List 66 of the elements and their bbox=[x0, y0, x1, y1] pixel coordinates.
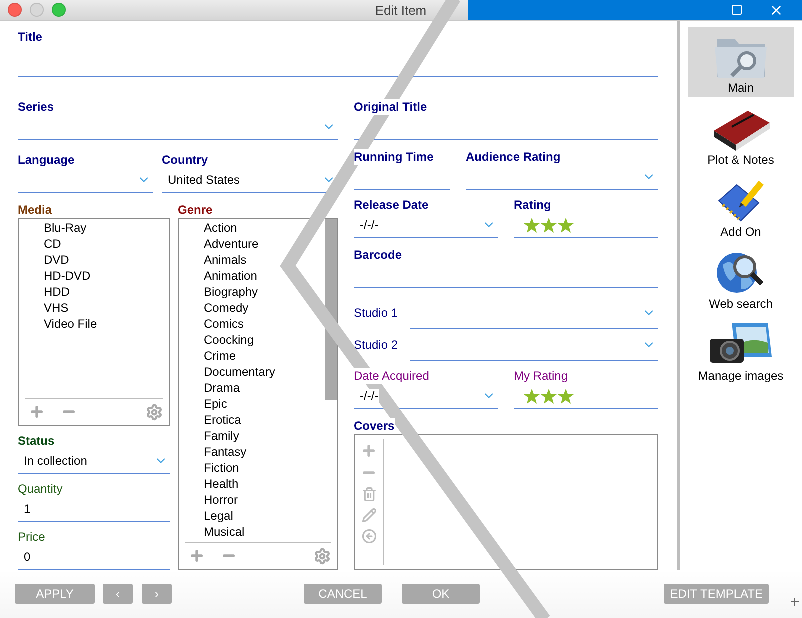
list-item[interactable]: Epic bbox=[204, 396, 228, 412]
list-item[interactable]: Legal bbox=[204, 508, 234, 524]
minimize-button[interactable] bbox=[30, 3, 44, 17]
field-label: Studio 2 bbox=[354, 337, 400, 352]
field-label: My Rating bbox=[514, 368, 568, 384]
field-label: Running Time bbox=[354, 149, 434, 165]
list-item[interactable]: Fantasy bbox=[204, 444, 247, 460]
genre-list[interactable]: Action Adventure Animals Animation Biography Comedy Comics Coocking Crime Documentary Drama Epic Erotica Family Fantasy Fiction Health Horror Legal Musical bbox=[178, 218, 338, 570]
field-label: Audience Rating bbox=[466, 149, 561, 165]
list-item[interactable]: Erotica bbox=[204, 412, 242, 428]
add-icon[interactable] bbox=[29, 404, 45, 420]
list-item[interactable]: Comics bbox=[204, 316, 244, 332]
close-button[interactable] bbox=[8, 3, 22, 17]
settings-icon[interactable] bbox=[146, 404, 163, 420]
media-list[interactable]: Blu-Ray CD DVD HD-DVD HDD VHS Video File bbox=[18, 218, 170, 426]
sidebar-item[interactable]: Main bbox=[688, 27, 794, 97]
trash-icon[interactable] bbox=[362, 487, 376, 502]
field-label: Quantity bbox=[18, 481, 63, 497]
star-icon bbox=[524, 388, 540, 404]
list-item[interactable]: CD bbox=[44, 236, 62, 252]
list-item[interactable]: Musical bbox=[204, 524, 245, 540]
dropdown-field[interactable]: -/-/- bbox=[354, 384, 498, 409]
star-icon bbox=[524, 218, 540, 232]
settings-icon[interactable] bbox=[314, 548, 331, 564]
add-icon[interactable] bbox=[189, 548, 205, 564]
list-item[interactable]: Animals bbox=[204, 252, 247, 268]
star-icon bbox=[541, 218, 557, 232]
list-item[interactable]: Health bbox=[204, 476, 239, 492]
star-icon bbox=[558, 218, 574, 232]
list-item[interactable]: Coocking bbox=[204, 332, 254, 348]
list-item[interactable]: Family bbox=[204, 428, 240, 444]
field-label: Studio 1 bbox=[354, 305, 400, 320]
field-label: Date Acquired bbox=[354, 368, 430, 384]
list-item[interactable]: Crime bbox=[204, 348, 236, 364]
sidebar-item[interactable]: Web search bbox=[688, 243, 794, 313]
list-item[interactable]: HDD bbox=[44, 284, 70, 300]
input-field[interactable]: 1 bbox=[18, 497, 170, 522]
sidebar-item[interactable]: Add On bbox=[688, 171, 794, 241]
list-item[interactable]: HD-DVD bbox=[44, 268, 91, 284]
dropdown-field[interactable]: United States bbox=[162, 168, 338, 193]
sidebar-item[interactable]: Plot & Notes bbox=[688, 99, 794, 169]
list-item[interactable]: Adventure bbox=[204, 236, 259, 252]
maximize-icon[interactable] bbox=[731, 4, 743, 16]
list-item[interactable]: Blu-Ray bbox=[44, 220, 87, 236]
list-item[interactable]: Biography bbox=[204, 284, 258, 300]
list-item[interactable]: Horror bbox=[204, 492, 238, 508]
star-icon bbox=[541, 388, 557, 404]
list-item[interactable]: Documentary bbox=[204, 364, 276, 380]
dropdown-field[interactable]: -/-/- bbox=[354, 213, 498, 238]
add-icon[interactable] bbox=[361, 443, 377, 459]
zoom-button[interactable] bbox=[52, 3, 66, 17]
dropdown-field[interactable]: In collection bbox=[18, 449, 170, 474]
list-item[interactable]: Comedy bbox=[204, 300, 249, 316]
list-item[interactable]: VHS bbox=[44, 300, 69, 316]
list-item[interactable]: Video File bbox=[44, 316, 98, 332]
sidebar-item[interactable]: Manage images bbox=[688, 315, 794, 385]
list-item[interactable]: Drama bbox=[204, 380, 240, 396]
field-label: Rating bbox=[514, 197, 552, 213]
window-title: Edit Item bbox=[375, 3, 427, 18]
list-item[interactable]: Fiction bbox=[204, 460, 240, 476]
list-item[interactable]: DVD bbox=[44, 252, 70, 268]
list-item[interactable]: Action bbox=[204, 220, 238, 236]
star-icon bbox=[558, 388, 574, 404]
list-item[interactable]: Animation bbox=[204, 268, 258, 284]
field-label: Original Title bbox=[354, 99, 428, 115]
pencil-icon[interactable] bbox=[362, 508, 376, 523]
